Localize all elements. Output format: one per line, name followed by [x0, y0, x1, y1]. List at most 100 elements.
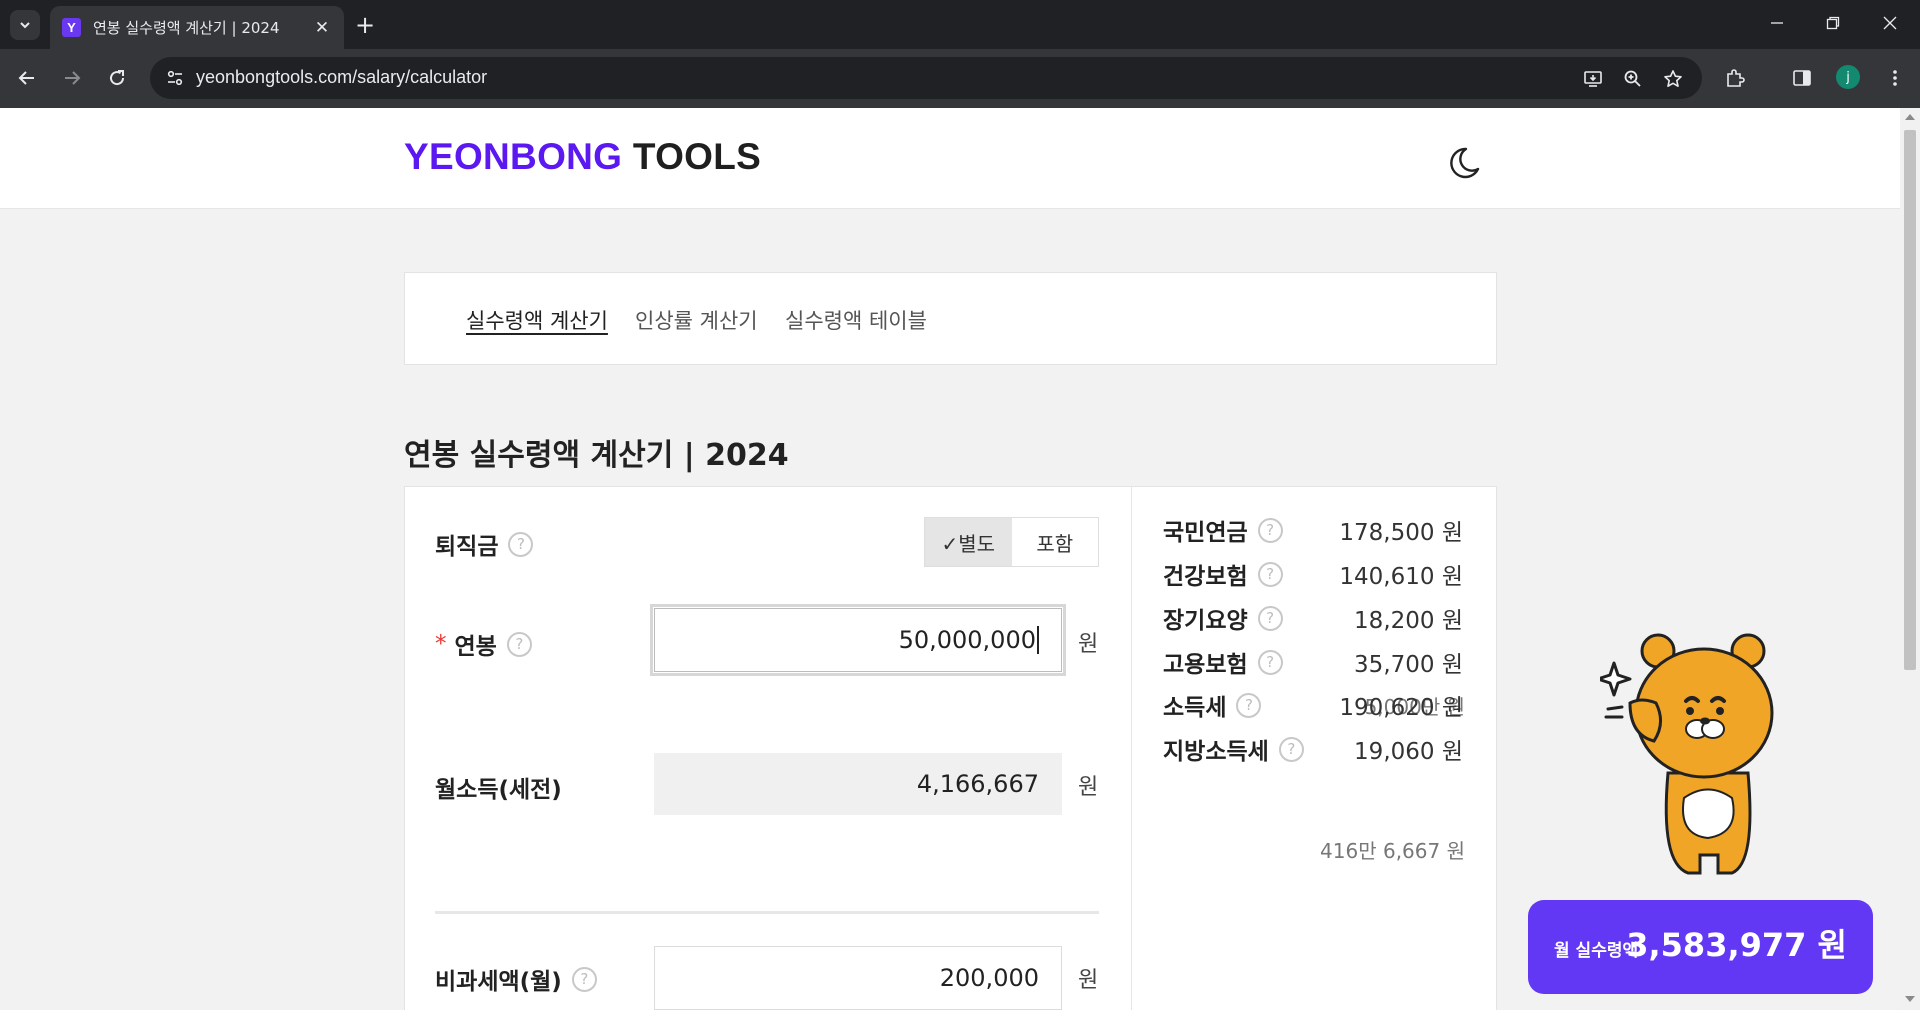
nontax-label-text: 비과세액(월) — [435, 969, 562, 995]
deduction-row-income-tax: 소득세? 190,620 원 — [1163, 688, 1463, 722]
site-settings-button[interactable] — [162, 65, 188, 91]
scroll-up-arrow-icon[interactable] — [1905, 114, 1915, 120]
dark-mode-toggle[interactable] — [1444, 143, 1484, 183]
zoom-button[interactable] — [1620, 66, 1646, 92]
zoom-icon — [1624, 70, 1641, 87]
help-icon[interactable]: ? — [571, 966, 597, 992]
salary-unit: 원 — [1078, 632, 1099, 657]
deduction-label: 고용보험 — [1163, 652, 1248, 678]
scroll-down-arrow-icon[interactable] — [1905, 996, 1915, 1002]
help-icon[interactable]: ? — [506, 631, 532, 657]
severance-toggle: ✓별도 포함 — [924, 517, 1099, 567]
scrollbar-thumb[interactable] — [1904, 130, 1916, 670]
nontax-input-value: 200,000 — [939, 964, 1039, 992]
forward-button[interactable] — [57, 63, 87, 93]
url-text: yeonbongtools.com/salary/calculator — [196, 67, 488, 87]
profile-avatar[interactable]: j — [1836, 65, 1860, 89]
severance-separate-option[interactable]: ✓별도 — [925, 518, 1012, 566]
site-header: YEONBONG TOOLS — [0, 108, 1900, 209]
salary-input-value: 50,000,000 — [898, 626, 1036, 654]
install-icon — [1584, 71, 1602, 87]
deduction-row-local-tax: 지방소득세? 19,060 원 — [1163, 732, 1463, 766]
nav-raise-calculator[interactable]: 인상률 계산기 — [635, 305, 758, 335]
nontax-unit: 원 — [1078, 968, 1099, 993]
side-panel-button[interactable] — [1787, 63, 1817, 93]
calculator-nav: 실수령액 계산기 인상률 계산기 실수령액 테이블 — [404, 272, 1497, 365]
help-icon[interactable]: ? — [1278, 736, 1304, 762]
salary-label: * 연봉 ? — [435, 627, 532, 661]
deduction-row-health: 건강보험? 140,610 원 — [1163, 557, 1463, 591]
reload-button[interactable] — [102, 63, 132, 93]
tab-close-icon[interactable]: ✕ — [312, 18, 332, 38]
help-icon[interactable]: ? — [1257, 605, 1283, 631]
browser-tab-bar: Y 연봉 실수령액 계산기 | 2024 ✕ + — [0, 0, 1920, 49]
monthly-net-result: 월 실수령액 3,583,977 원 — [1528, 900, 1873, 994]
salary-input[interactable]: 50,000,000 — [650, 604, 1066, 676]
favicon-icon: Y — [62, 18, 81, 37]
help-icon[interactable]: ? — [1257, 517, 1283, 543]
tab-search-button[interactable] — [10, 10, 40, 40]
nontax-input[interactable]: 200,000 — [654, 946, 1062, 1010]
chevron-down-icon — [20, 22, 30, 29]
card-divider — [1131, 487, 1132, 1010]
deduction-label: 국민연금 — [1163, 520, 1248, 546]
required-mark: * — [435, 631, 447, 657]
bear-mascot-icon — [1600, 633, 1774, 875]
monthly-income-label-text: 월소득(세전) — [435, 777, 562, 803]
moon-icon — [1450, 147, 1480, 179]
monthly-income-hint: 416만 6,667 원 — [1320, 839, 1465, 863]
logo-brand: YEONBONG — [404, 136, 623, 177]
install-app-button[interactable] — [1580, 66, 1606, 92]
more-vert-icon — [1893, 70, 1897, 86]
severance-label-text: 퇴직금 — [435, 534, 499, 560]
monthly-income-label: 월소득(세전) — [435, 770, 562, 804]
puzzle-icon — [1727, 69, 1745, 87]
nontax-label: 비과세액(월) ? — [435, 962, 597, 996]
star-icon — [1664, 70, 1682, 87]
text-caret — [1037, 626, 1039, 654]
restore-icon — [1826, 16, 1840, 30]
bookmark-button[interactable] — [1660, 66, 1686, 92]
deduction-value: 18,200 원 — [1354, 608, 1463, 634]
help-icon[interactable]: ? — [1257, 649, 1283, 675]
browser-tab[interactable]: Y 연봉 실수령액 계산기 | 2024 ✕ — [50, 6, 344, 49]
deduction-row-pension: 국민연금? 178,500 원 — [1163, 513, 1463, 547]
monthly-income-field: 4,166,667 — [654, 753, 1062, 815]
help-icon[interactable]: ? — [508, 531, 534, 557]
severance-label: 퇴직금 ? — [435, 527, 534, 561]
deduction-label: 건강보험 — [1163, 564, 1248, 590]
help-icon[interactable]: ? — [1257, 561, 1283, 587]
deduction-label: 장기요양 — [1163, 608, 1248, 634]
minimize-button[interactable] — [1757, 8, 1797, 38]
page-viewport: YEONBONG TOOLS 실수령액 계산기 인상률 계산기 실수령액 테이블… — [0, 108, 1900, 1010]
extensions-button[interactable] — [1720, 63, 1750, 93]
reload-icon — [110, 70, 125, 86]
restore-button[interactable] — [1813, 8, 1853, 38]
menu-button[interactable] — [1880, 63, 1910, 93]
deduction-row-employment: 고용보험? 35,700 원 — [1163, 645, 1463, 679]
tab-title: 연봉 실수령액 계산기 | 2024 — [93, 19, 280, 37]
arrow-right-icon — [65, 71, 81, 85]
new-tab-button[interactable]: + — [350, 10, 380, 40]
logo-suffix: TOOLS — [622, 136, 762, 177]
close-window-button[interactable] — [1870, 8, 1910, 38]
deduction-row-longterm-care: 장기요양? 18,200 원 — [1163, 601, 1463, 635]
calculator-card: 퇴직금 ? ✓별도 포함 * 연봉 ? 50,000,000 원 5,000만 … — [404, 486, 1497, 1010]
minimize-icon — [1771, 22, 1783, 24]
address-bar[interactable]: yeonbongtools.com/salary/calculator — [150, 57, 1702, 99]
help-icon[interactable]: ? — [1236, 692, 1262, 718]
arrow-left-icon — [18, 71, 34, 85]
nav-salary-calculator[interactable]: 실수령액 계산기 — [466, 305, 608, 335]
severance-included-option[interactable]: 포함 — [1012, 518, 1099, 566]
side-panel-icon — [1793, 70, 1811, 86]
deduction-value: 178,500 원 — [1339, 520, 1463, 546]
deduction-value: 140,610 원 — [1339, 564, 1463, 590]
monthly-income-value: 4,166,667 — [916, 770, 1039, 798]
nav-salary-table[interactable]: 실수령액 테이블 — [785, 305, 927, 335]
browser-toolbar: yeonbongtools.com/salary/calculator j — [0, 49, 1920, 108]
section-divider — [435, 911, 1099, 914]
page-scrollbar[interactable] — [1900, 108, 1920, 1010]
back-button[interactable] — [12, 63, 42, 93]
result-value: 3,583,977 원 — [1626, 926, 1847, 964]
site-logo[interactable]: YEONBONG TOOLS — [404, 136, 761, 178]
